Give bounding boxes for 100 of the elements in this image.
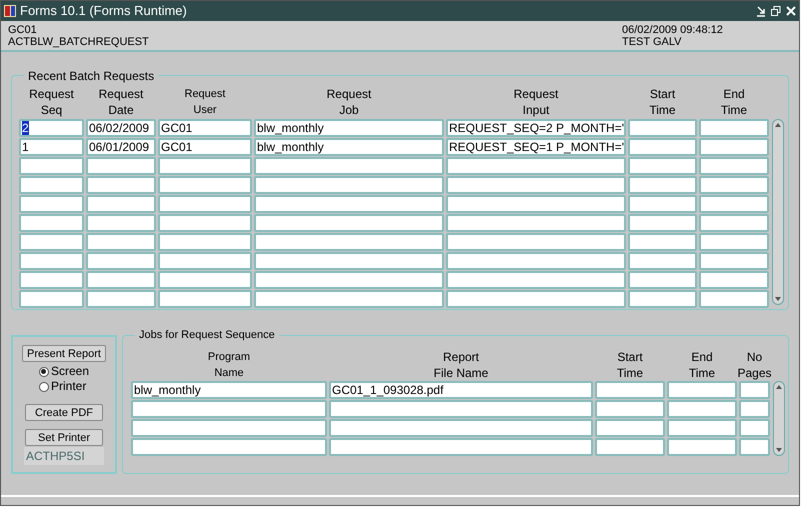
table-cell[interactable] (86, 233, 156, 251)
table-cell[interactable] (699, 157, 769, 175)
table-cell[interactable] (595, 438, 665, 456)
table-cell[interactable] (446, 233, 626, 251)
table-cell[interactable] (699, 195, 769, 213)
table-cell[interactable] (86, 176, 156, 194)
table-cell[interactable] (86, 290, 156, 308)
table-cell[interactable] (446, 252, 626, 270)
table-cell[interactable] (628, 176, 697, 194)
table-cell[interactable] (628, 290, 697, 308)
table-cell[interactable] (19, 271, 84, 289)
table-cell[interactable] (158, 176, 252, 194)
table-cell[interactable] (667, 419, 737, 437)
table-cell[interactable] (254, 290, 444, 308)
table-cell[interactable]: 1 (19, 138, 84, 156)
table-cell[interactable] (131, 400, 327, 418)
restore-icon[interactable] (770, 5, 782, 17)
table-cell[interactable] (158, 214, 252, 232)
table-cell[interactable] (667, 381, 737, 399)
table-cell[interactable] (254, 214, 444, 232)
table-cell[interactable] (699, 271, 769, 289)
table-cell[interactable] (86, 252, 156, 270)
table-cell[interactable] (254, 233, 444, 251)
radio-option[interactable]: Screen (38, 364, 90, 379)
table-cell[interactable] (446, 214, 626, 232)
close-icon[interactable] (785, 5, 797, 17)
table-cell[interactable] (86, 271, 156, 289)
radio-option[interactable]: Printer (38, 379, 90, 394)
table-cell[interactable] (628, 119, 697, 137)
table-cell[interactable] (329, 400, 593, 418)
table-cell[interactable]: blw_monthly (254, 138, 444, 156)
table-cell[interactable] (595, 419, 665, 437)
table-cell[interactable] (446, 290, 626, 308)
minimize-icon[interactable] (755, 5, 767, 17)
table-cell[interactable]: REQUEST_SEQ=1 P_MONTH=' (446, 138, 626, 156)
table-cell[interactable] (667, 438, 737, 456)
table-cell[interactable] (628, 233, 697, 251)
set-printer-button[interactable]: Set Printer (25, 429, 103, 446)
table-cell[interactable] (667, 400, 737, 418)
table-cell[interactable] (19, 195, 84, 213)
table-cell[interactable] (158, 157, 252, 175)
table-cell[interactable]: 06/02/2009 (86, 119, 156, 137)
table-cell[interactable] (254, 157, 444, 175)
table-cell[interactable] (158, 271, 252, 289)
table-cell[interactable] (86, 157, 156, 175)
table-cell[interactable] (628, 157, 697, 175)
table-cell[interactable] (158, 195, 252, 213)
table-cell[interactable]: blw_monthly (254, 119, 444, 137)
table-cell[interactable]: GC01 (158, 138, 252, 156)
table-cell[interactable] (329, 438, 593, 456)
table-cell[interactable] (699, 119, 769, 137)
table-cell[interactable] (739, 419, 770, 437)
table-cell[interactable] (628, 214, 697, 232)
table-cell[interactable] (19, 233, 84, 251)
table-cell[interactable] (254, 195, 444, 213)
table-cell[interactable] (19, 290, 84, 308)
table-cell[interactable] (19, 252, 84, 270)
table-cell[interactable] (158, 290, 252, 308)
scrollbar[interactable] (773, 381, 785, 456)
table-cell[interactable] (19, 214, 84, 232)
table-cell[interactable] (595, 400, 665, 418)
table-cell[interactable] (19, 157, 84, 175)
table-cell[interactable] (254, 176, 444, 194)
table-cell[interactable]: GC01 (158, 119, 252, 137)
table-cell[interactable] (254, 252, 444, 270)
scrollbar[interactable] (772, 119, 784, 305)
table-cell[interactable] (628, 252, 697, 270)
table-cell[interactable] (699, 233, 769, 251)
table-cell[interactable] (628, 138, 697, 156)
table-cell[interactable] (446, 176, 626, 194)
table-cell[interactable] (699, 214, 769, 232)
table-cell[interactable]: 06/01/2009 (86, 138, 156, 156)
table-cell[interactable]: 2 (19, 119, 84, 137)
table-cell[interactable] (19, 176, 84, 194)
table-cell[interactable] (329, 419, 593, 437)
table-cell[interactable] (86, 195, 156, 213)
table-cell[interactable] (446, 157, 626, 175)
present-report-button[interactable]: Present Report (22, 345, 106, 362)
table-cell[interactable]: GC01_1_093028.pdf (329, 381, 593, 399)
table-cell[interactable] (158, 252, 252, 270)
table-cell[interactable] (739, 438, 770, 456)
table-cell[interactable] (699, 290, 769, 308)
table-cell[interactable] (739, 400, 770, 418)
table-cell[interactable] (131, 438, 327, 456)
table-cell[interactable] (131, 419, 327, 437)
table-cell[interactable] (158, 233, 252, 251)
table-cell[interactable]: blw_monthly (131, 381, 327, 399)
table-cell[interactable] (699, 138, 769, 156)
table-cell[interactable] (446, 271, 626, 289)
table-cell[interactable] (628, 195, 697, 213)
table-cell[interactable] (699, 176, 769, 194)
table-cell[interactable] (86, 214, 156, 232)
table-cell[interactable] (595, 381, 665, 399)
table-cell[interactable]: REQUEST_SEQ=2 P_MONTH=' (446, 119, 626, 137)
table-cell[interactable] (628, 271, 697, 289)
table-cell[interactable] (739, 381, 770, 399)
table-cell[interactable] (446, 195, 626, 213)
create-pdf-button[interactable]: Create PDF (25, 404, 103, 421)
table-cell[interactable] (254, 271, 444, 289)
table-cell[interactable] (699, 252, 769, 270)
